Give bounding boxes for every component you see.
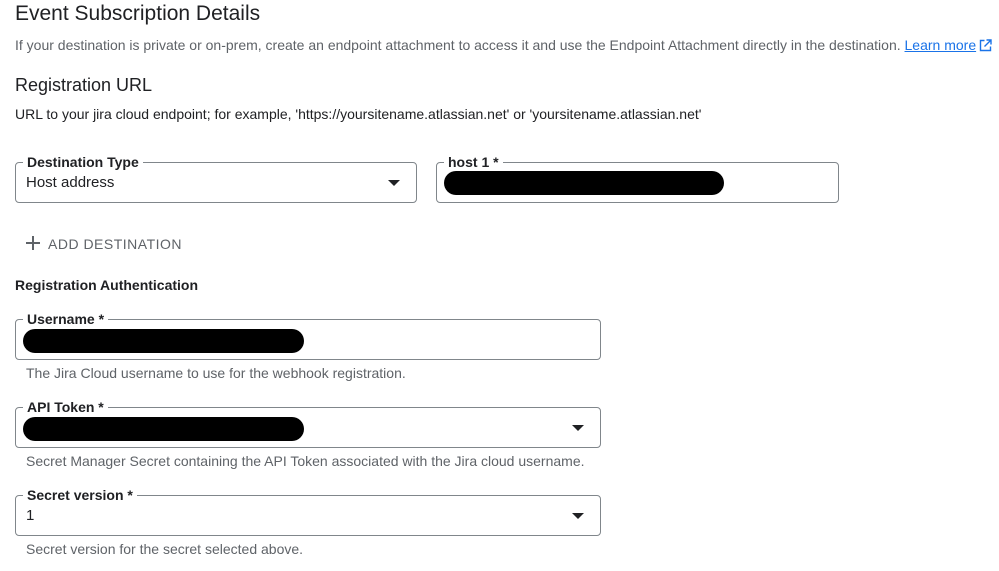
learn-more-link[interactable]: Learn more [905, 37, 977, 53]
host-1-input[interactable]: host 1 * [436, 153, 839, 203]
username-helper-text: The Jira Cloud username to use for the w… [26, 365, 406, 381]
add-destination-label: ADD DESTINATION [48, 236, 183, 252]
secret-version-value: 1 [26, 507, 35, 524]
chevron-down-icon [572, 513, 584, 519]
api-token-helper-text: Secret Manager Secret containing the API… [26, 453, 585, 469]
plus-icon [25, 235, 41, 254]
secret-version-label: Secret version * [23, 486, 137, 504]
destination-type-select[interactable]: Destination Type Host address [15, 153, 417, 203]
api-token-label: API Token * [23, 398, 108, 416]
chevron-down-icon [388, 180, 400, 186]
add-destination-button[interactable]: ADD DESTINATION [25, 233, 182, 255]
registration-authentication-title: Registration Authentication [15, 277, 199, 293]
destination-type-label: Destination Type [23, 153, 143, 171]
registration-url-title: Registration URL [15, 75, 153, 95]
host-1-redacted-value [444, 171, 724, 195]
page-description-text: If your destination is private or on-pre… [15, 37, 901, 53]
api-token-select[interactable]: API Token * [15, 398, 601, 448]
page-description: If your destination is private or on-pre… [15, 36, 992, 56]
username-label: Username * [23, 310, 109, 328]
secret-version-helper-text: Secret version for the secret selected a… [26, 541, 304, 557]
host-1-label: host 1 * [444, 153, 503, 171]
chevron-down-icon [572, 425, 584, 431]
registration-url-description: URL to your jira cloud endpoint; for exa… [15, 106, 702, 122]
username-input[interactable]: Username * [15, 310, 601, 360]
username-redacted-value [23, 329, 304, 353]
api-token-redacted-value [23, 417, 304, 441]
page-title: Event Subscription Details [15, 2, 261, 25]
secret-version-select[interactable]: Secret version * 1 [15, 486, 601, 536]
external-link-icon[interactable] [979, 38, 992, 56]
destination-type-value: Host address [26, 174, 115, 191]
